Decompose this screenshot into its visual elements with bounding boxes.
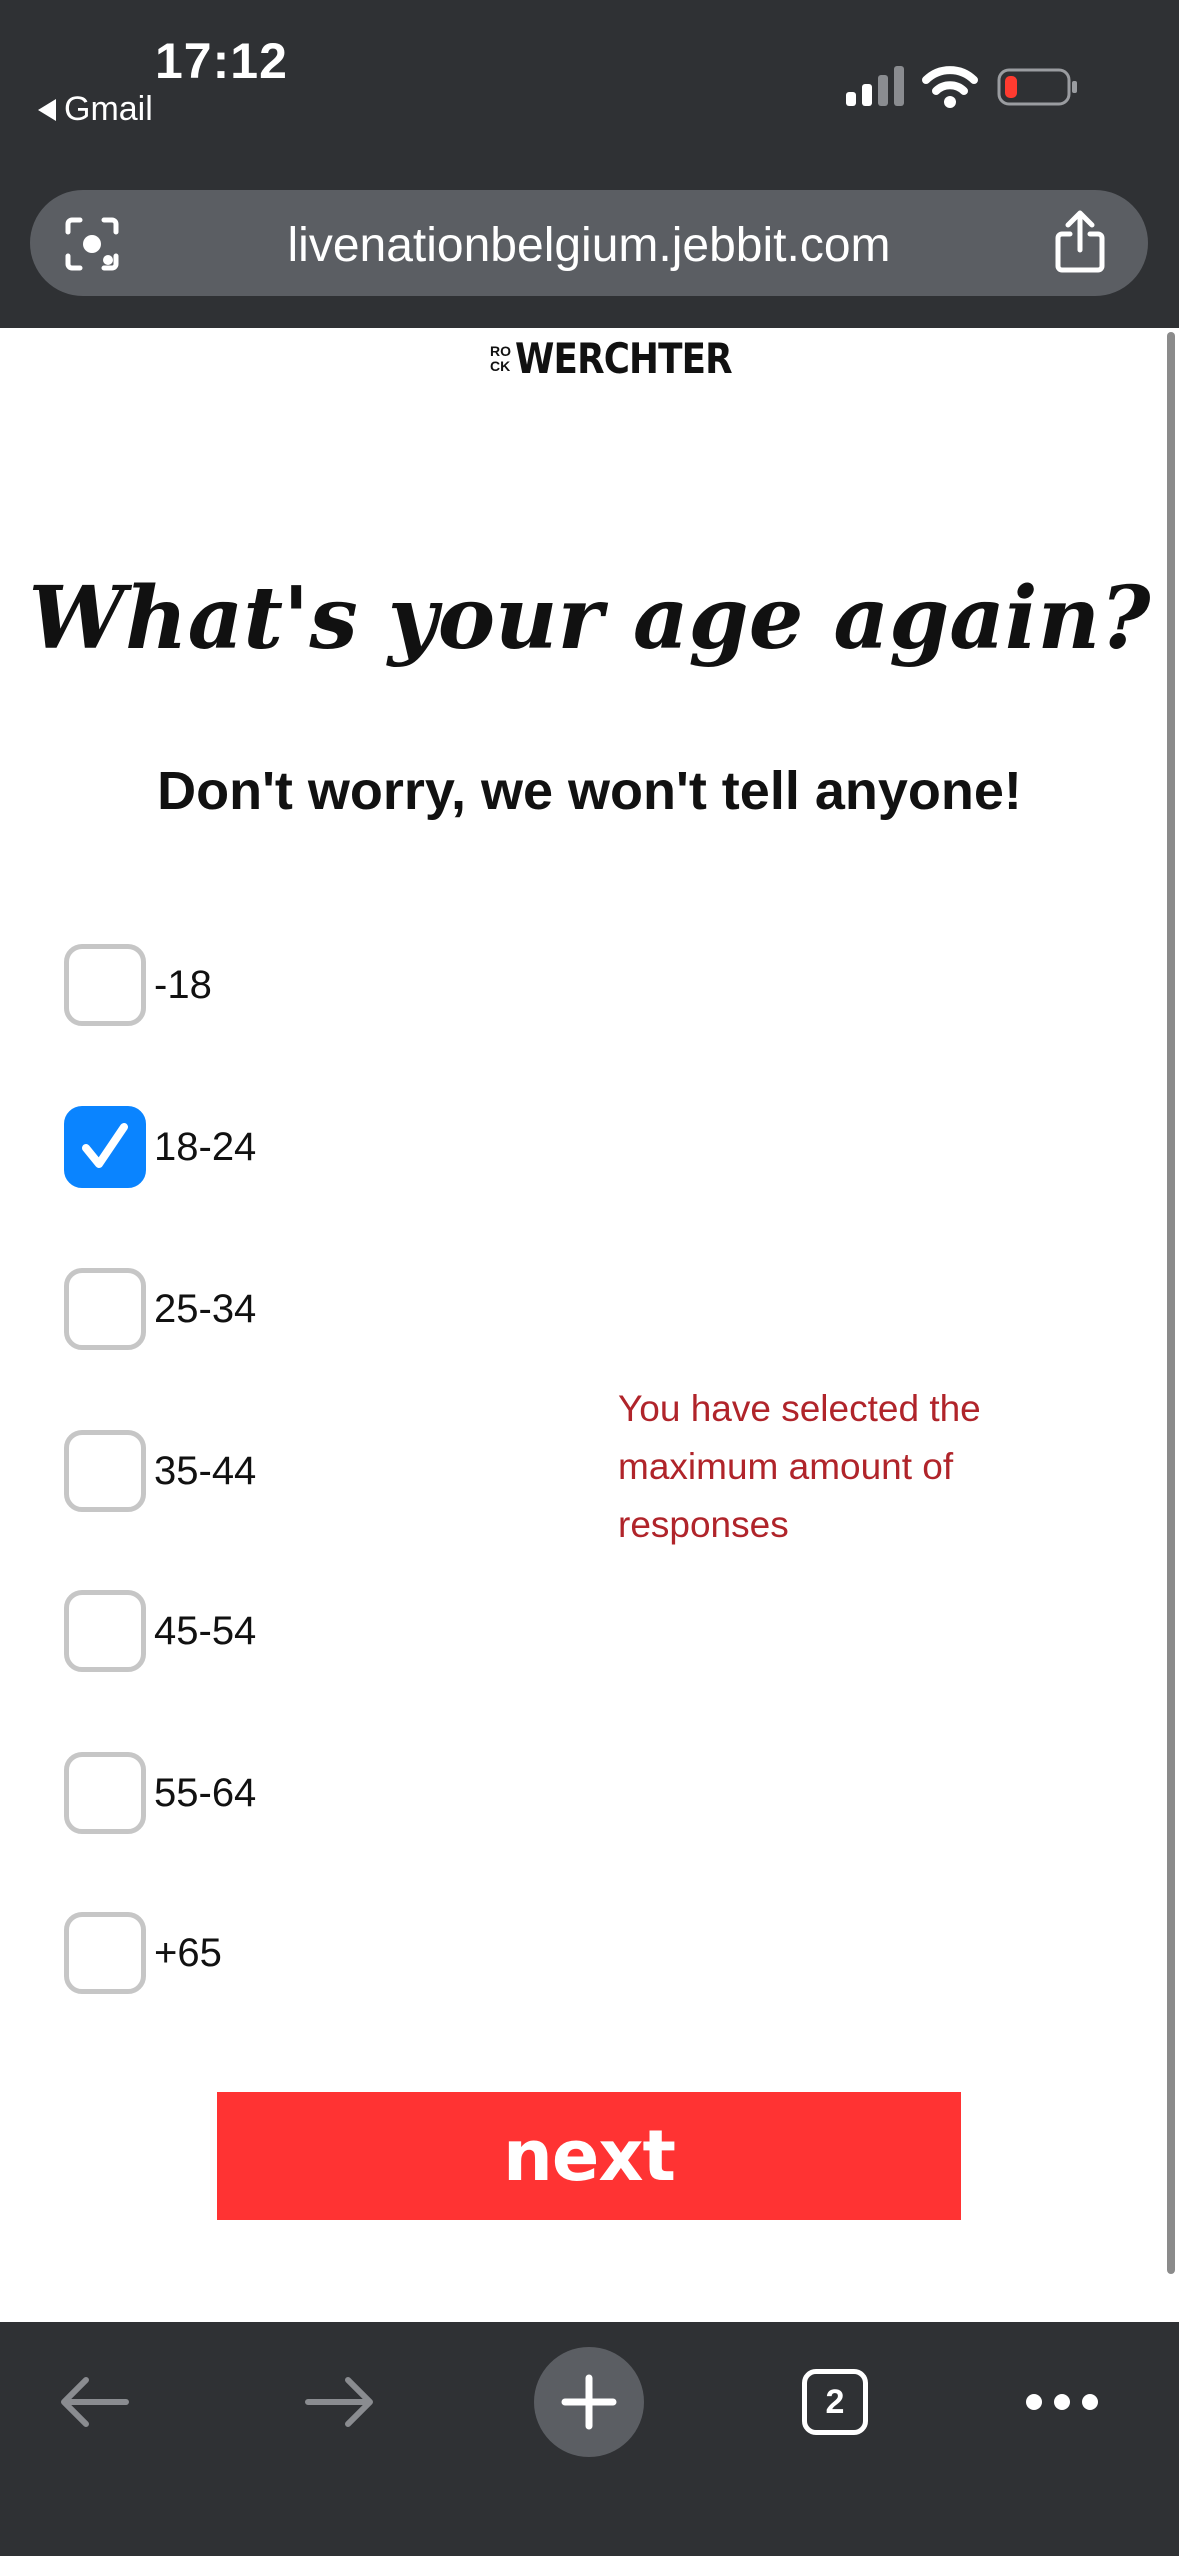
plus-icon bbox=[561, 2374, 617, 2430]
option-65-plus[interactable]: +65 bbox=[64, 1908, 222, 1998]
option-label: 18-24 bbox=[154, 1124, 257, 1169]
forward-arrow-icon bbox=[305, 2377, 373, 2427]
web-page: RO CK WERCHTER What's your age again? Do… bbox=[0, 328, 1179, 2322]
option-under-18[interactable]: -18 bbox=[64, 940, 212, 1030]
page-title: What's your age again? bbox=[28, 568, 1151, 669]
more-icon bbox=[1026, 2394, 1098, 2410]
tabs-button[interactable]: 2 bbox=[785, 2352, 885, 2452]
option-label: 45-54 bbox=[154, 1608, 257, 1653]
browser-address-area: livenationbelgium.jebbit.com bbox=[0, 170, 1179, 328]
address-bar[interactable]: livenationbelgium.jebbit.com bbox=[30, 190, 1148, 296]
option-25-34[interactable]: 25-34 bbox=[64, 1264, 256, 1354]
option-label: +65 bbox=[154, 1930, 222, 1975]
option-55-64[interactable]: 55-64 bbox=[64, 1748, 256, 1838]
checkbox-checked[interactable] bbox=[64, 1106, 146, 1188]
checkbox[interactable] bbox=[64, 944, 146, 1026]
status-time: 17:12 bbox=[155, 33, 288, 89]
page-subtitle: Don't worry, we won't tell anyone! bbox=[157, 761, 1022, 821]
checkbox[interactable] bbox=[64, 1912, 146, 1994]
option-35-44[interactable]: 35-44 bbox=[64, 1426, 256, 1516]
option-label: 25-34 bbox=[154, 1286, 257, 1331]
next-button[interactable]: next bbox=[217, 2092, 961, 2220]
bottom-toolbar: 2 bbox=[0, 2322, 1179, 2556]
tabs-icon: 2 bbox=[802, 2369, 868, 2435]
cellular-signal-icon bbox=[846, 66, 904, 106]
logo-main-text: WERCHTER bbox=[515, 334, 733, 383]
option-label: 55-64 bbox=[154, 1770, 257, 1815]
option-label: 35-44 bbox=[154, 1448, 257, 1493]
forward-button[interactable] bbox=[290, 2352, 390, 2452]
option-18-24[interactable]: 18-24 bbox=[64, 1102, 256, 1192]
new-tab-button[interactable] bbox=[534, 2347, 644, 2457]
checkbox[interactable] bbox=[64, 1752, 146, 1834]
battery-low-icon bbox=[997, 68, 1077, 106]
option-label: -18 bbox=[154, 962, 212, 1007]
checkmark-icon bbox=[82, 1123, 128, 1168]
back-to-app-link[interactable]: Gmail bbox=[38, 90, 153, 129]
back-button[interactable] bbox=[44, 2352, 144, 2452]
status-bar: 17:12 Gmail bbox=[0, 0, 1179, 170]
rock-werchter-logo: RO CK WERCHTER bbox=[490, 334, 770, 383]
more-button[interactable] bbox=[1012, 2352, 1112, 2452]
url-text[interactable]: livenationbelgium.jebbit.com bbox=[30, 218, 1148, 273]
checkbox[interactable] bbox=[64, 1430, 146, 1512]
plus-circle bbox=[534, 2347, 644, 2457]
checkbox[interactable] bbox=[64, 1268, 146, 1350]
option-45-54[interactable]: 45-54 bbox=[64, 1586, 256, 1676]
logo-small-text: RO CK bbox=[490, 342, 511, 374]
wifi-icon bbox=[922, 66, 978, 108]
back-app-label: Gmail bbox=[64, 90, 153, 128]
back-arrow-icon bbox=[61, 2377, 129, 2427]
checkbox[interactable] bbox=[64, 1590, 146, 1672]
max-responses-error: You have selected the maximum amount of … bbox=[618, 1388, 981, 1545]
share-icon[interactable] bbox=[1052, 210, 1108, 274]
back-triangle-icon bbox=[38, 98, 56, 121]
